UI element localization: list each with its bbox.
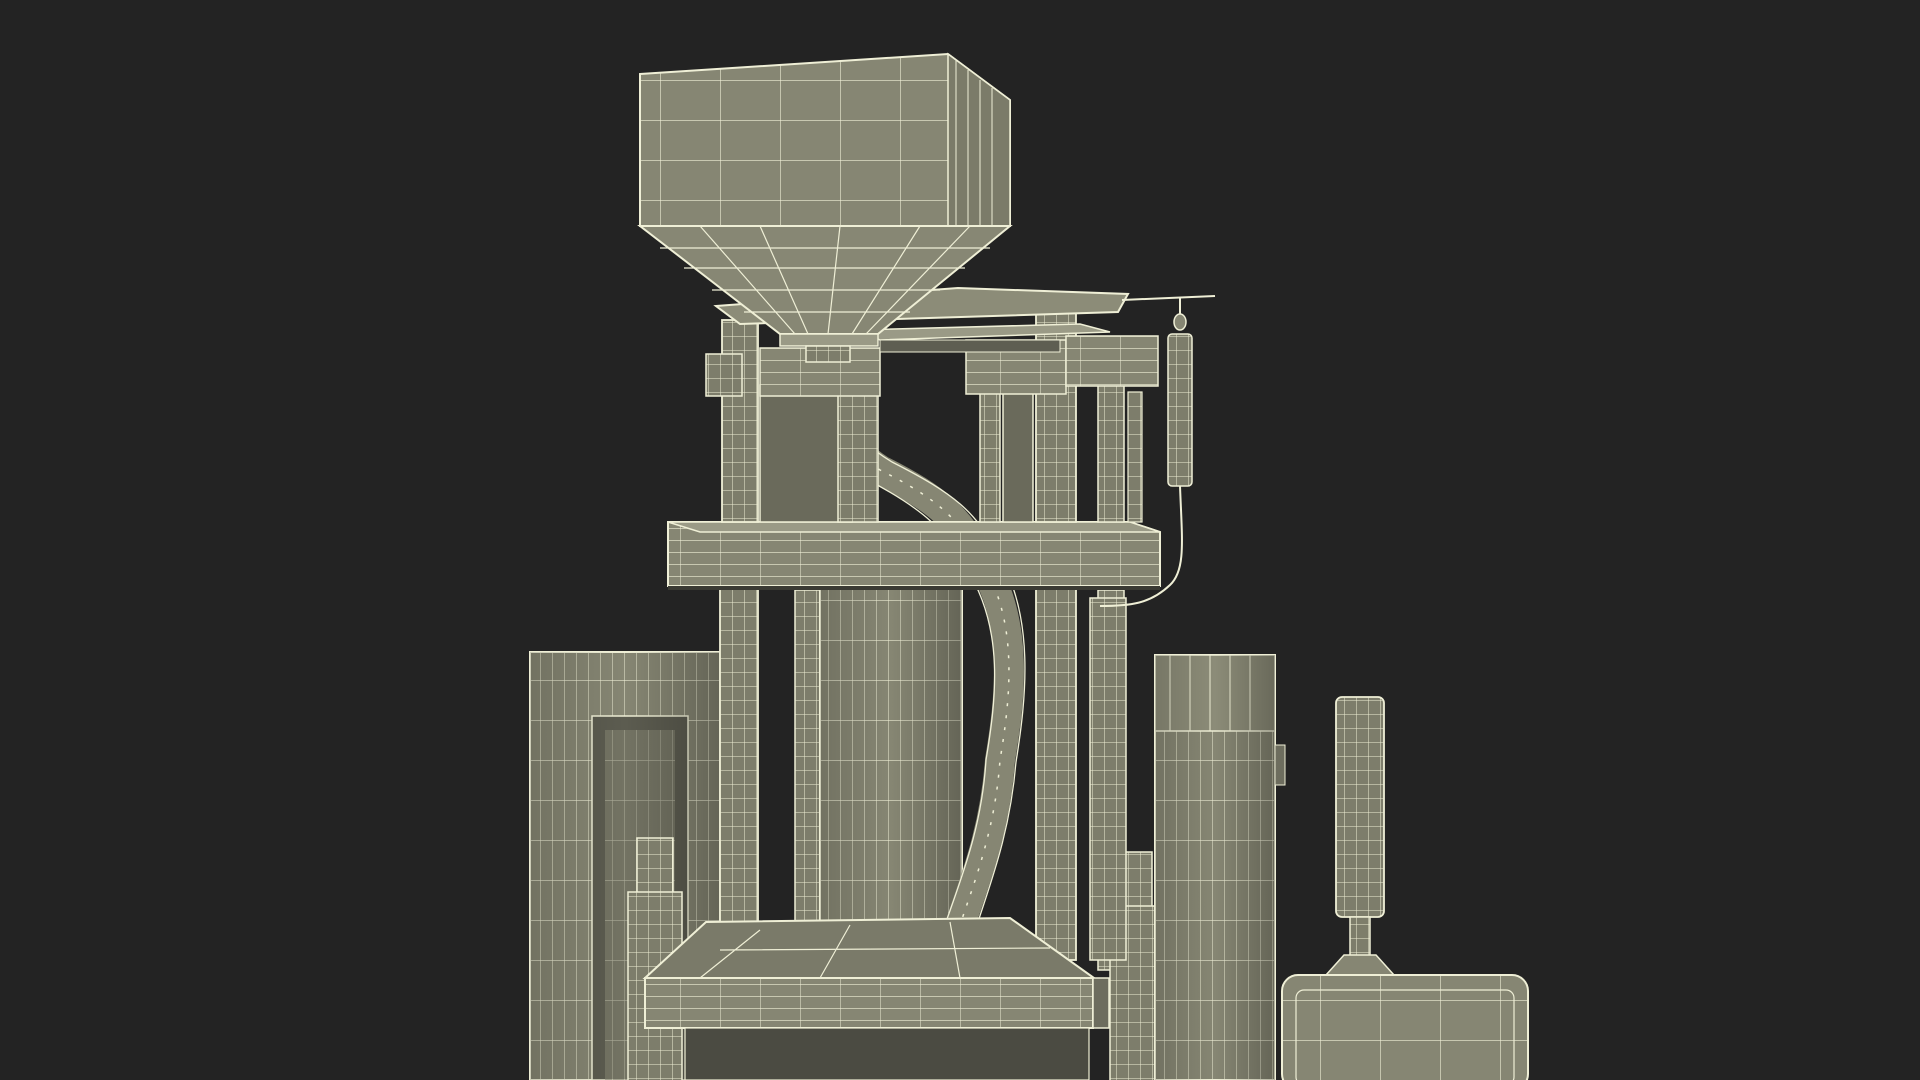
control-box bbox=[1281, 974, 1529, 1080]
signal-tower bbox=[1324, 696, 1396, 976]
center-ram bbox=[819, 587, 963, 943]
middle-platen bbox=[667, 521, 1161, 590]
right-guard-frame bbox=[1154, 654, 1286, 1080]
wireframe-machine-render bbox=[529, 52, 1529, 1080]
base-platen bbox=[642, 916, 1110, 1080]
